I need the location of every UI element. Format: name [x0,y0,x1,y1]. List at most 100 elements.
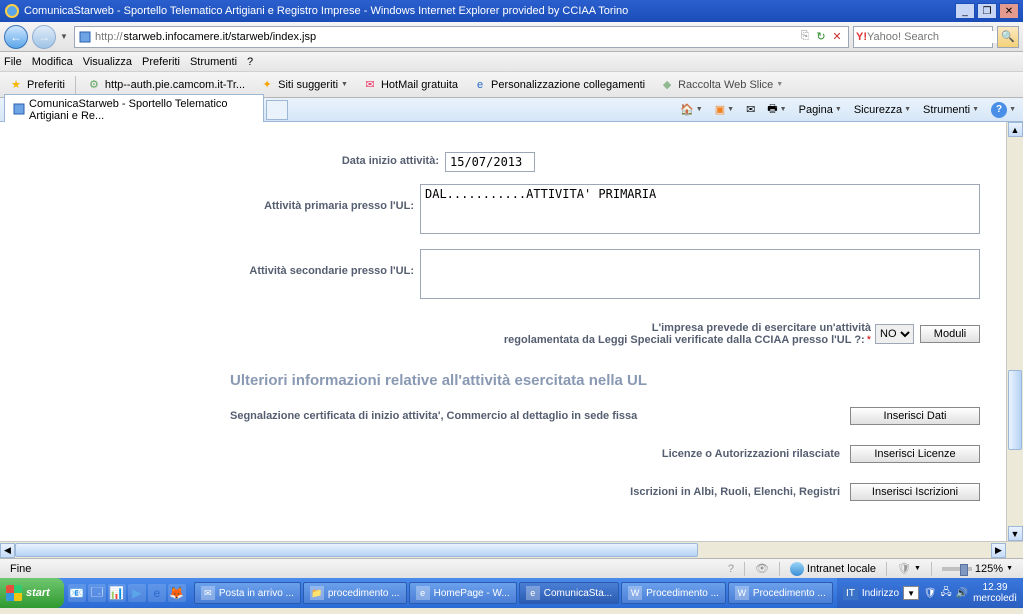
search-button[interactable]: 🔍 [997,26,1019,48]
forward-button[interactable]: → [32,25,56,49]
safety-menu[interactable]: Sicurezza▼ [851,102,914,118]
select-regolamentata[interactable]: NO [875,324,914,344]
help-button[interactable]: ?▼ [988,100,1019,120]
yahoo-icon: Y! [856,31,867,43]
zoom-control[interactable]: 125% ▼ [936,563,1019,575]
readmail-button[interactable]: ✉ [743,101,758,118]
ql-firefox-icon[interactable]: 🦊 [168,584,186,602]
row-albi: Iscrizioni in Albi, Ruoli, Elenchi, Regi… [230,483,980,501]
task-item-comunica[interactable]: eComunicaSta... [519,582,619,604]
zoom-slider[interactable] [942,567,972,571]
ql-ie-icon[interactable]: e [148,584,166,602]
menu-modifica[interactable]: Modifica [32,56,73,68]
ie-mini-icon: e [472,77,488,93]
tray-shield-icon[interactable]: 🛡 [923,586,937,600]
status-bar: Fine ? 👁 Intranet locale 🛡▼ 125% ▼ [0,558,1023,578]
start-button[interactable]: start [0,578,64,608]
albi-button[interactable]: Inserisci Iscrizioni [850,483,980,501]
scia-button[interactable]: Inserisci Dati [850,407,980,425]
close-button[interactable]: ✕ [999,3,1019,19]
fav-hotmail[interactable]: ✉ HotMail gratuita [358,75,462,95]
search-box[interactable]: Y! ▼ [853,26,993,48]
nav-history-dropdown[interactable]: ▼ [60,32,70,41]
licenze-button[interactable]: Inserisci Licenze [850,445,980,463]
status-misc-1: ? [722,563,740,575]
scroll-thumb-h[interactable] [15,543,698,557]
ql-calc-icon[interactable]: 🗔 [88,584,106,602]
print-button[interactable]: 🖶▼ [764,98,789,121]
vertical-scrollbar[interactable]: ▲ ▼ [1006,122,1023,541]
input-attivita-secondarie[interactable] [420,249,980,299]
command-bar: 🏠▼ ▣▼ ✉ 🖶▼ Pagina▼ Sicurezza▼ Strumenti▼… [677,98,1019,121]
system-tray: IT Indirizzo ▼ 🛡 🖧 🔊 12.39 mercoledì [837,578,1023,608]
tray-net-icon[interactable]: 🖧 [939,586,953,600]
ql-chart-icon[interactable]: 📊 [108,584,126,602]
fav-raccolta[interactable]: ◆ Raccolta Web Slice ▼ [655,75,787,95]
ql-outlook-icon[interactable]: 📧 [68,584,86,602]
fav-personal-label: Personalizzazione collegamenti [491,79,645,91]
navigation-bar: ← → ▼ http:// ⎘ ↻ ✕ Y! ▼ 🔍 [0,22,1023,52]
folder-icon: 📁 [310,586,324,600]
ql-wmp-icon[interactable]: ▶ [128,584,146,602]
lang-indicator[interactable]: IT [843,587,858,600]
input-data-inizio[interactable] [445,152,535,172]
clock[interactable]: 12.39 mercoledì [973,582,1017,604]
ie-small-icon: e [416,586,430,600]
browser-tab[interactable]: ComunicaStarweb - Sportello Telematico A… [4,94,264,125]
label-licenze: Licenze o Autorizzazioni rilasciate [230,448,850,460]
fav-link-auth[interactable]: ⚙ http--auth.pie.camcom.it-Tr... [82,75,249,95]
fav-siti[interactable]: ✦ Siti suggeriti ▼ [255,75,352,95]
new-tab-button[interactable] [266,100,288,120]
scroll-down-icon[interactable]: ▼ [1008,526,1023,541]
form-area: Data inizio attività: Attività primaria … [220,122,1000,511]
task-item-posta[interactable]: ✉Posta in arrivo ... [194,582,301,604]
compat-icon[interactable]: ⎘ [798,30,812,44]
restore-button[interactable]: ❐ [977,3,997,19]
menu-help[interactable]: ? [247,56,253,68]
page-menu-label: Pagina [799,104,833,116]
home-button[interactable]: 🏠▼ [677,101,706,118]
fav-personal[interactable]: e Personalizzazione collegamenti [468,75,649,95]
row-attivita-secondarie: Attività secondarie presso l'UL: [230,249,980,302]
horizontal-scrollbar[interactable]: ◀ ▶ [0,541,1023,558]
favorites-button[interactable]: ★ Preferiti [4,75,69,95]
moduli-button[interactable]: Moduli [920,325,980,343]
tab-bar: ComunicaStarweb - Sportello Telematico A… [0,98,1023,122]
row-scia: Segnalazione certificata di inizio attiv… [230,407,980,425]
scroll-left-icon[interactable]: ◀ [0,543,15,558]
menu-visualizza[interactable]: Visualizza [83,56,132,68]
window-title: ComunicaStarweb - Sportello Telematico A… [24,5,955,17]
status-misc-2: 👁 [749,562,775,575]
minimize-button[interactable]: _ [955,3,975,19]
clock-day: mercoledì [973,593,1017,604]
scroll-thumb-v[interactable] [1008,370,1022,450]
refresh-icon[interactable]: ↻ [814,30,828,44]
tools-menu[interactable]: Strumenti▼ [920,102,982,118]
scroll-up-icon[interactable]: ▲ [1008,122,1023,137]
stop-icon[interactable]: ✕ [830,30,844,44]
menu-preferiti[interactable]: Preferiti [142,56,180,68]
page-menu[interactable]: Pagina▼ [796,102,845,118]
globe-icon [790,562,804,576]
search-input[interactable] [867,31,1009,43]
address-bar[interactable]: http:// ⎘ ↻ ✕ [74,26,849,48]
task-item-proc2[interactable]: WProcedimento ... [621,582,726,604]
feeds-button[interactable]: ▣▼ [712,101,737,118]
indirizzo-dropdown[interactable]: ▼ [903,586,919,600]
back-button[interactable]: ← [4,25,28,49]
shield-off-icon: 🛡 [897,562,911,575]
url-input[interactable] [124,31,796,43]
scroll-right-icon[interactable]: ▶ [991,543,1006,558]
tools-menu-label: Strumenti [923,104,970,116]
menu-strumenti[interactable]: Strumenti [190,56,237,68]
mail-icon: ✉ [362,77,378,93]
task-item-homepage[interactable]: eHomePage - W... [409,582,517,604]
status-zone[interactable]: Intranet locale [784,562,882,576]
label-albi: Iscrizioni in Albi, Ruoli, Elenchi, Regi… [230,486,850,498]
input-attivita-primaria[interactable] [420,184,980,234]
task-item-proc3[interactable]: WProcedimento ... [728,582,833,604]
tray-vol-icon[interactable]: 🔊 [955,586,969,600]
status-protected[interactable]: 🛡▼ [891,562,927,575]
menu-file[interactable]: File [4,56,22,68]
task-item-proc1[interactable]: 📁procedimento ... [303,582,407,604]
